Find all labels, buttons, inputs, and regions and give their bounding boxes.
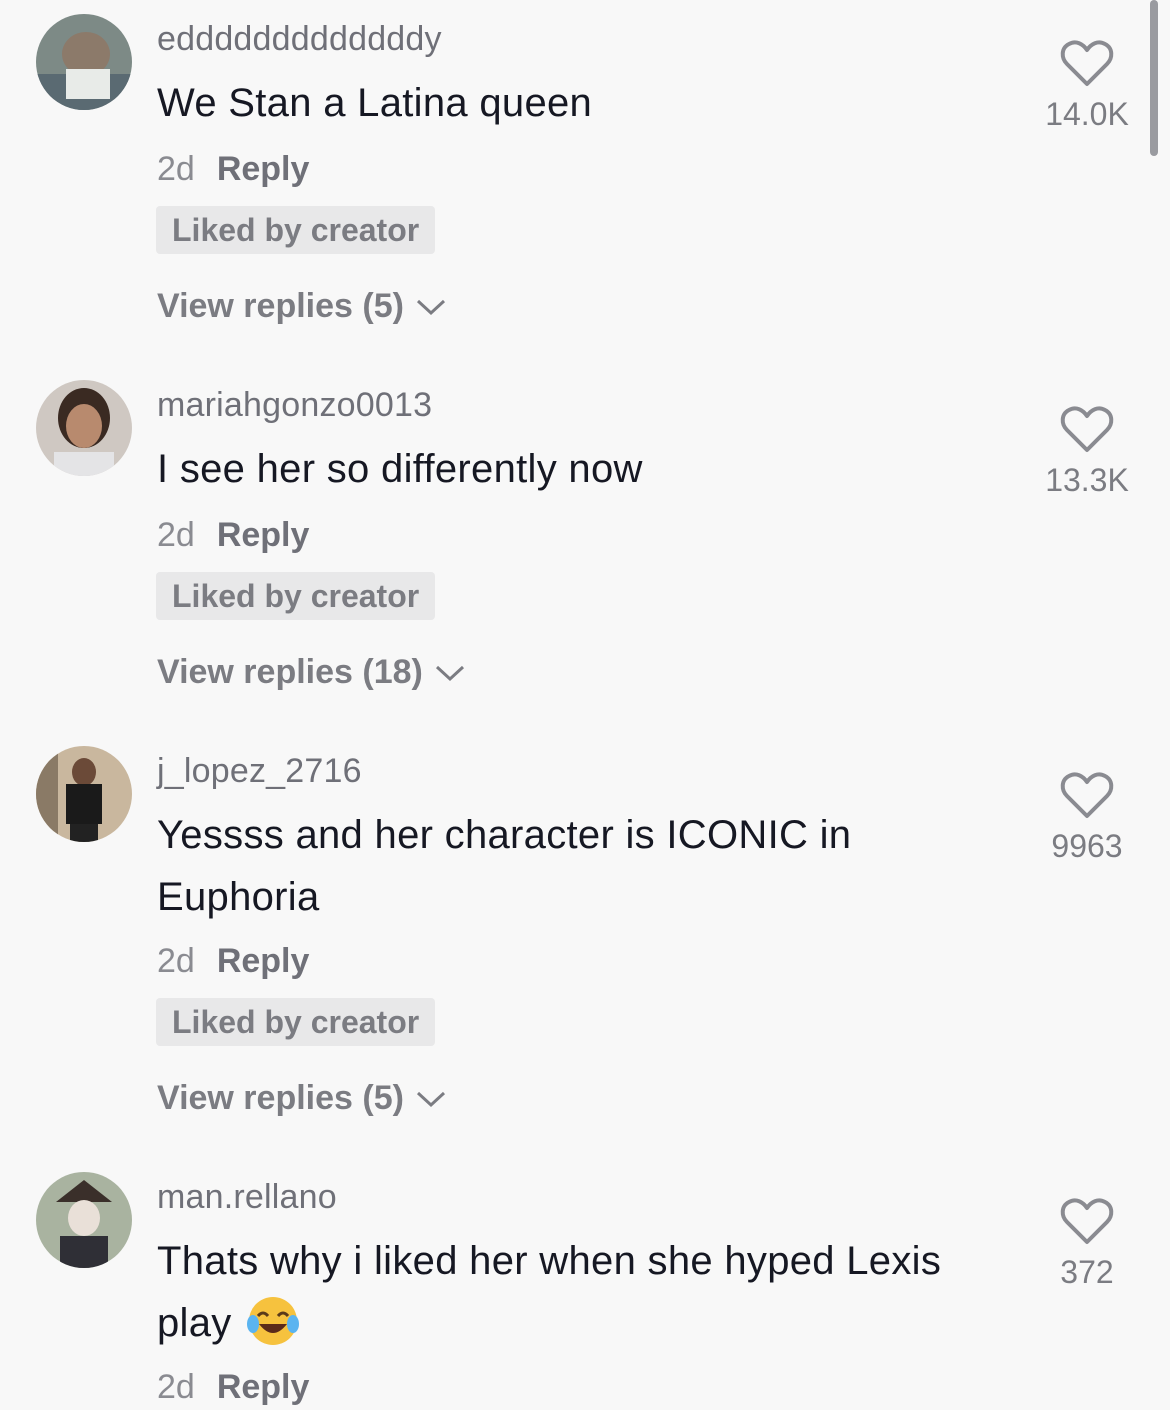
reply-button[interactable]: Reply <box>217 942 310 980</box>
view-replies-label: View replies (5) <box>157 1079 404 1117</box>
reply-button[interactable]: Reply <box>217 150 310 188</box>
heart-outline-icon <box>1060 40 1114 86</box>
view-replies-button[interactable]: View replies (5) <box>157 287 448 326</box>
scrollbar[interactable] <box>1150 0 1158 156</box>
avatar[interactable] <box>36 746 132 842</box>
comment-meta: 2d Reply <box>157 942 309 981</box>
like-button[interactable]: 14.0K <box>1032 38 1142 133</box>
comment-time: 2d <box>157 516 195 554</box>
comment-username[interactable]: j_lopez_2716 <box>157 752 362 791</box>
like-button[interactable]: 13.3K <box>1032 404 1142 499</box>
chevron-down-icon <box>416 299 445 315</box>
comment-text: We Stan a Latina queen <box>157 81 593 125</box>
view-replies-button[interactable]: View replies (5) <box>157 1079 448 1118</box>
liked-by-creator-badge: Liked by creator <box>156 206 436 254</box>
reply-button[interactable]: Reply <box>217 1368 310 1406</box>
heart-outline-icon <box>1060 406 1114 452</box>
comment-item: j_lopez_2716 Yessss and her character is… <box>0 732 1170 1152</box>
avatar[interactable] <box>36 1172 132 1268</box>
comment-meta: 2d Reply <box>157 516 309 555</box>
heart-outline-icon <box>1060 772 1114 818</box>
comment-text: I see her so differently now <box>157 447 643 491</box>
like-button[interactable]: 9963 <box>1032 770 1142 865</box>
view-replies-button[interactable]: View replies (18) <box>157 653 467 692</box>
reply-button[interactable]: Reply <box>217 516 310 554</box>
comment-item: edddddddddddddy We Stan a Latina queen 2… <box>0 0 1170 360</box>
view-replies-label: View replies (5) <box>157 287 404 325</box>
comment-meta: 2d Reply <box>157 150 309 189</box>
comment-username[interactable]: edddddddddddddy <box>157 20 442 59</box>
liked-by-creator-badge: Liked by creator <box>156 998 436 1046</box>
view-replies-label: View replies (18) <box>157 653 423 691</box>
avatar[interactable] <box>36 380 132 476</box>
heart-outline-icon <box>1060 1198 1114 1244</box>
comment-username[interactable]: mariahgonzo0013 <box>157 386 432 425</box>
liked-by-creator-badge: Liked by creator <box>156 572 436 620</box>
comment-time: 2d <box>157 150 195 188</box>
chevron-down-icon <box>435 665 464 681</box>
comment-item: mariahgonzo0013 I see her so differently… <box>0 366 1170 726</box>
chevron-down-icon <box>416 1091 445 1107</box>
comment-item: man.rellano Thats why i liked her when s… <box>0 1158 1170 1410</box>
comment-text: Thats why i liked her when she hyped Lex… <box>157 1230 1017 1354</box>
like-count: 9963 <box>1051 828 1123 864</box>
like-button[interactable]: 372 <box>1032 1196 1142 1291</box>
comment-time: 2d <box>157 942 195 980</box>
comment-text: Yessss and her character is ICONIC in Eu… <box>157 813 852 919</box>
comment-username[interactable]: man.rellano <box>157 1178 337 1217</box>
face-with-tears-of-joy-icon <box>246 1297 299 1346</box>
comment-time: 2d <box>157 1368 195 1406</box>
like-count: 372 <box>1060 1254 1114 1290</box>
comment-meta: 2d Reply <box>157 1368 309 1407</box>
like-count: 13.3K <box>1045 462 1129 498</box>
like-count: 14.0K <box>1045 96 1129 132</box>
avatar[interactable] <box>36 14 132 110</box>
